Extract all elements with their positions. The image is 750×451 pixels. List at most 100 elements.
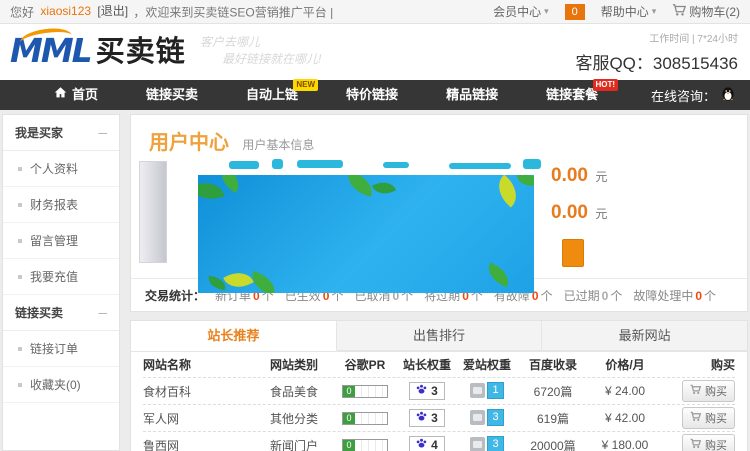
sidebar-item-label: 个人资料	[30, 160, 78, 177]
sites-table: 网站名称 网站类别 谷歌PR 站长权重 爱站权重 百度收录 价格/月 购买 食材…	[131, 352, 747, 451]
pr-cell: 0	[333, 411, 397, 425]
aizhan-icon	[470, 410, 485, 425]
paw-icon	[416, 384, 427, 398]
price-value: ¥ 42.00	[589, 411, 661, 425]
tab-sales-rank[interactable]: 出售排行	[337, 321, 543, 351]
avatar	[139, 161, 167, 263]
sidebar-section-buyer[interactable]: 我是买家 ─	[3, 115, 119, 151]
aizhan-icon	[470, 437, 485, 451]
greeting-text: 您好	[10, 6, 34, 20]
title-row: 用户中心 用户基本信息	[131, 115, 747, 155]
user-center-card: 用户中心 用户基本信息 0.00 元 0.00 元	[130, 114, 748, 312]
chevron-down-icon: ▾	[652, 6, 657, 17]
col-chinaz-rank: 站长权重	[397, 356, 457, 373]
cart-icon	[690, 384, 701, 398]
spacer	[130, 312, 748, 320]
site-logo[interactable]: MML 买卖链	[10, 32, 186, 70]
nav-link-packages[interactable]: 链接套餐 HOT!	[522, 80, 622, 110]
table-row: 鲁西网 新闻门户 0 4 3 20000篇 ¥ 180.00 购买	[143, 432, 735, 451]
cart-icon	[690, 411, 701, 425]
col-price: 价格/月	[589, 356, 661, 373]
logo-cn-text: 买卖链	[96, 34, 186, 70]
leaf-decoration	[517, 175, 534, 189]
nav-auto-link[interactable]: 自动上链 NEW	[222, 80, 322, 110]
sidebar-item-label: 我要充值	[30, 268, 78, 285]
site-category: 其他分类	[255, 410, 333, 427]
nav-link-trade[interactable]: 链接买卖	[122, 80, 222, 110]
buy-button[interactable]: 购买	[682, 434, 735, 451]
sidebar-section-link-trade[interactable]: 链接买卖 ─	[3, 295, 119, 331]
sidebar-item-profile[interactable]: 个人资料	[3, 151, 119, 187]
aizhan-value: 3	[487, 436, 504, 451]
nav-special-links[interactable]: 特价链接	[322, 80, 422, 110]
col-category: 网站类别	[255, 356, 333, 373]
cart-link[interactable]: 购物车(2)	[672, 3, 740, 20]
cart-label: 购物车(2)	[689, 3, 740, 20]
leaf-decoration	[372, 178, 396, 199]
sidebar-item-label: 财务报表	[30, 196, 78, 213]
table-row: 食材百科 食品美食 0 3 1 6720篇 ¥ 24.00 购买	[143, 378, 735, 405]
sidebar-section-title: 我是买家	[15, 124, 63, 141]
sidebar-item-finance-report[interactable]: 财务报表	[3, 187, 119, 223]
col-aizhan-rank: 爱站权重	[457, 356, 517, 373]
page-title: 用户中心	[149, 132, 229, 154]
tab-newest-sites[interactable]: 最新网站	[542, 321, 747, 351]
slogan-line2: 最好链接就在哪儿!	[222, 51, 321, 68]
greeting-area: 您好 xiaosi123 [退出] ，欢迎来到买卖链SEO营销推广平台 |	[10, 2, 333, 20]
member-center-label: 会员中心	[493, 3, 541, 20]
chinaz-cell: 4	[397, 436, 457, 451]
help-center-menu[interactable]: 帮助中心 ▾	[601, 3, 657, 20]
site-name-link[interactable]: 鲁西网	[143, 437, 255, 451]
tab-recommend[interactable]: 站长推荐	[131, 321, 337, 351]
paw-icon	[416, 438, 427, 451]
online-consult[interactable]: 在线咨询：	[651, 80, 736, 110]
sidebar-section-title: 链接买卖	[15, 304, 63, 321]
sidebar-item-favorites[interactable]: 收藏夹(0)	[3, 367, 119, 403]
baidu-index-value: 6720篇	[517, 383, 589, 400]
leaf-decoration	[198, 177, 224, 205]
sidebar-item-label: 收藏夹(0)	[30, 376, 81, 393]
buy-label: 购买	[705, 410, 727, 426]
collapse-icon[interactable]: ─	[98, 306, 107, 320]
buy-button[interactable]: 购买	[682, 380, 735, 402]
leaf-decoration	[484, 263, 513, 288]
nav-premium-links[interactable]: 精品链接	[422, 80, 522, 110]
site-category: 新闻门户	[255, 437, 333, 451]
promo-banner-image	[198, 175, 534, 293]
sidebar: 我是买家 ─ 个人资料 财务报表 留言管理 我要充值 链接买卖 ─	[2, 114, 120, 451]
buy-button[interactable]: 购买	[682, 407, 735, 429]
notification-badge[interactable]: 0	[565, 4, 585, 20]
nav-home[interactable]: 首页	[30, 80, 122, 110]
bullet-icon	[18, 239, 22, 243]
logout-link[interactable]: [退出]	[97, 4, 128, 18]
aizhan-cell: 3	[457, 409, 517, 428]
sidebar-item-messages[interactable]: 留言管理	[3, 223, 119, 259]
frozen-row: 0.00 元	[551, 202, 607, 239]
chinaz-value: 4	[431, 438, 438, 451]
member-center-menu[interactable]: 会员中心 ▾	[493, 3, 549, 20]
obscured-text-fragment	[297, 160, 343, 168]
pr-bar-icon: 0	[342, 385, 388, 398]
stats-label: 交易统计：	[145, 287, 205, 304]
stat-fault-processing: 故障处理中0个	[633, 287, 716, 304]
bullet-icon	[18, 383, 22, 387]
sidebar-item-recharge[interactable]: 我要充值	[3, 259, 119, 295]
pr-cell: 0	[333, 384, 397, 398]
col-site-name: 网站名称	[143, 356, 255, 373]
qq-penguin-icon	[720, 86, 736, 105]
collapse-icon[interactable]: ─	[98, 126, 107, 140]
username-link[interactable]: xiaosi123	[40, 4, 91, 18]
site-name-link[interactable]: 军人网	[143, 410, 255, 427]
chinaz-value: 3	[431, 384, 438, 398]
site-header: MML 买卖链 客户去哪儿 最好链接就在哪儿! 工作时间 | 7*24小时 客服…	[0, 24, 750, 80]
buy-label: 购买	[705, 383, 727, 399]
recharge-button[interactable]	[562, 239, 584, 267]
sidebar-item-link-orders[interactable]: 链接订单	[3, 331, 119, 367]
header-contact: 工作时间 | 7*24小时 客服QQ：308515436	[575, 30, 738, 74]
nav-premium-links-label: 精品链接	[446, 80, 498, 110]
aizhan-value: 3	[487, 409, 504, 426]
site-name-link[interactable]: 食材百科	[143, 383, 255, 400]
buy-label: 购买	[705, 437, 727, 451]
balance-column: 0.00 元 0.00 元	[551, 165, 607, 267]
main-nav: 首页 链接买卖 自动上链 NEW 特价链接 精品链接 链接套餐 HOT! 在线咨…	[0, 80, 750, 110]
